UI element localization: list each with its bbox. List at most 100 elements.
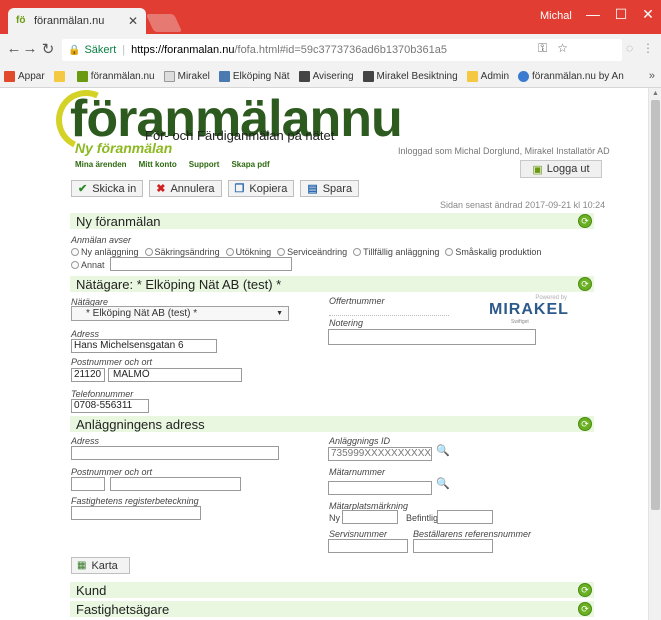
profile-name[interactable]: Michal <box>540 10 572 22</box>
vertical-scrollbar[interactable]: ▲ <box>648 88 661 620</box>
bookmark-avisering[interactable]: Avisering <box>298 71 354 82</box>
servisnummer-input[interactable] <box>328 539 408 553</box>
save-button[interactable]: ▤ Spara <box>300 180 360 197</box>
section-ny-foranmalan[interactable]: Ny föranmälan ⟳ <box>70 213 594 229</box>
submit-label: Skicka in <box>92 182 137 195</box>
link-skapa-pdf[interactable]: Skapa pdf <box>231 160 269 169</box>
matarplats-ny-input[interactable] <box>342 510 398 524</box>
offert-underline <box>329 315 449 316</box>
matarnummer-input[interactable] <box>328 481 432 495</box>
matarplats-befintlig-input[interactable] <box>437 510 493 524</box>
close-window-icon[interactable]: ✕ <box>638 6 658 23</box>
ort-input[interactable]: MALMÖ <box>108 368 242 382</box>
section-title: Ny föranmälan <box>76 213 161 229</box>
browser-toolbar: ← → ↻ 🔒 Säkert | https://foranmalan.nu /… <box>0 34 661 66</box>
anlaggnings-id-input[interactable]: 735999XXXXXXXXXXXX <box>328 447 432 461</box>
radio-ny-anlaggning[interactable]: Ny anläggning <box>71 247 139 257</box>
matar-label: Mätarnummer <box>329 467 386 477</box>
close-tab-icon[interactable]: ✕ <box>128 14 138 28</box>
scrollbar-thumb[interactable] <box>651 100 660 510</box>
section-anlaggning[interactable]: Anläggningens adress ⟳ <box>70 416 594 432</box>
section-fastighetsagare[interactable]: Fastighetsägare ⟳ <box>70 601 594 617</box>
section-kund[interactable]: Kund ⟳ <box>70 582 594 598</box>
adress-input[interactable]: Hans Michelsensgatan 6 <box>71 339 217 353</box>
anl-adress-input[interactable] <box>71 446 279 460</box>
new-tab-button[interactable] <box>145 14 183 32</box>
collapse-toggle-icon[interactable]: ⟳ <box>578 214 592 228</box>
bookmark-star-icon[interactable]: ☆ <box>557 41 568 56</box>
search-icon[interactable]: 🔍 <box>436 444 450 457</box>
radio-serviceandring[interactable]: Serviceändring <box>277 247 347 257</box>
scroll-up-icon[interactable]: ▲ <box>652 90 659 97</box>
folder-icon <box>53 71 65 82</box>
more-bookmarks-icon[interactable]: » <box>649 70 655 82</box>
collapse-toggle-icon[interactable]: ⟳ <box>578 417 592 431</box>
radio-tillfallig[interactable]: Tillfällig anläggning <box>353 247 439 257</box>
bookmark-besiktning[interactable]: Mirakel Besiktning <box>362 71 458 82</box>
logout-label: Logga ut <box>546 163 590 175</box>
cancel-label: Annulera <box>170 182 215 195</box>
bookmark-mirakel[interactable]: Mirakel <box>163 71 210 82</box>
forward-icon[interactable]: → <box>22 40 38 57</box>
maximize-icon[interactable]: ☐ <box>611 6 631 23</box>
action-bar: ✔ Skicka in ✖ Annulera ❐ Kopiera ▤ Spara <box>71 180 360 197</box>
bookmark-label: Mirakel <box>177 71 210 82</box>
bookmark-label: Avisering <box>312 71 354 82</box>
radio-label: Serviceändring <box>287 247 348 257</box>
collapse-toggle-icon[interactable]: ⟳ <box>578 277 592 291</box>
radio-utokning[interactable]: Utökning <box>225 247 271 257</box>
bookmark-foranmalan-by[interactable]: föranmälan.nu by An <box>518 71 624 82</box>
copy-button[interactable]: ❐ Kopiera <box>227 180 295 197</box>
browser-tab[interactable]: fö föranmälan.nu ✕ <box>8 8 146 34</box>
bookmarks-bar: Appar föranmälan.nu Mirakel Elköping Nät… <box>0 66 661 88</box>
annat-input[interactable] <box>110 257 292 271</box>
ny-label: Ny <box>329 513 340 523</box>
collapse-toggle-icon[interactable]: ⟳ <box>578 583 592 597</box>
reload-icon[interactable]: ↻ <box>40 40 56 58</box>
submit-button[interactable]: ✔ Skicka in <box>71 180 144 197</box>
telefon-input[interactable]: 0708-556311 <box>71 399 149 413</box>
key-icon[interactable]: ⚿ <box>538 41 547 56</box>
anl-ort-input[interactable] <box>110 477 241 491</box>
logout-button[interactable]: ▣ Logga ut <box>520 160 602 178</box>
foranmalan-favicon-icon: fö <box>16 15 26 26</box>
more-menu-icon[interactable]: ⋮ <box>642 41 654 55</box>
notering-input[interactable] <box>328 329 536 345</box>
natagare-select[interactable]: * Elköping Nät AB (test) * ▼ <box>71 306 289 321</box>
fastighet-input[interactable] <box>71 506 201 520</box>
bookmark-foranmalan[interactable]: föranmälan.nu <box>76 71 155 82</box>
check-icon: ✔ <box>78 183 88 195</box>
bookmark-label: Appar <box>18 71 45 82</box>
page-icon <box>163 71 175 82</box>
x-icon: ✖ <box>156 183 166 195</box>
radio-smaskalig[interactable]: Småskalig produktion <box>445 247 541 257</box>
postnummer-input[interactable]: 21120 <box>71 368 105 382</box>
minimize-icon[interactable]: — <box>583 6 603 22</box>
bookmark-appar[interactable]: Appar <box>4 71 45 82</box>
bestallare-input[interactable] <box>413 539 493 553</box>
copy-label: Kopiera <box>249 182 288 195</box>
radio-sakringsandring[interactable]: Säkringsändring <box>144 247 220 257</box>
logged-in-text: Inloggad som Michal Dorglund, Mirakel In… <box>398 146 610 156</box>
bookmark-folder[interactable] <box>53 71 68 82</box>
radio-label: Ny anläggning <box>81 247 139 257</box>
link-support[interactable]: Support <box>189 160 220 169</box>
apps-grid-icon <box>4 71 15 82</box>
section-natagare[interactable]: Nätägare: * Elköping Nät AB (test) * ⟳ <box>70 276 594 292</box>
cancel-button[interactable]: ✖ Annulera <box>149 180 222 197</box>
anl-postnummer-input[interactable] <box>71 477 105 491</box>
extension-icon[interactable]: ◌ <box>626 41 633 55</box>
radio-circle <box>445 248 454 256</box>
omnibox-icons: ⚿ ☆ <box>538 41 568 56</box>
url-host: https://foranmalan.nu <box>131 44 235 56</box>
link-mina-arenden[interactable]: Mina ärenden <box>75 160 127 169</box>
collapse-toggle-icon[interactable]: ⟳ <box>578 602 592 616</box>
link-mitt-konto[interactable]: Mitt konto <box>139 160 177 169</box>
radio-annat[interactable]: Annat <box>71 260 105 270</box>
bookmark-admin[interactable]: Admin <box>466 71 509 82</box>
bookmark-elkoping[interactable]: Elköping Nät <box>218 71 290 82</box>
map-button[interactable]: ▦ Karta <box>71 557 130 574</box>
back-icon[interactable]: ← <box>6 40 22 57</box>
search-icon[interactable]: 🔍 <box>436 477 450 490</box>
mirakel-subtext: Swiftget <box>511 319 529 325</box>
